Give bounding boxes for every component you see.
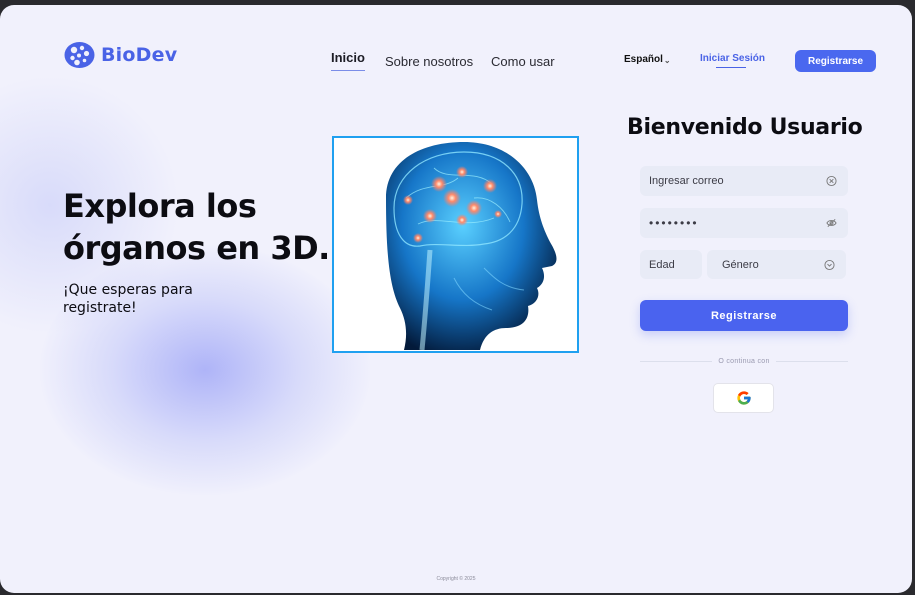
divider-line [775,360,849,362]
gender-select[interactable]: Género [707,250,846,279]
app-window: BioDev Inicio Sobre nosotros Como usar E… [0,5,912,593]
email-field[interactable]: Ingresar correo [640,166,848,196]
email-placeholder: Ingresar correo [649,175,724,187]
brand-logo[interactable]: BioDev [64,41,177,69]
divider-text: O continua con [718,357,770,365]
nav-link-como-usar[interactable]: Como usar [491,54,555,69]
brand-name: BioDev [101,44,178,66]
clear-icon[interactable] [826,175,837,187]
chevron-down-icon: ⌄ [663,56,671,65]
brain-cells-logo-icon [64,42,95,68]
form-title: Bienvenido Usuario [627,115,863,140]
copyright-text: Copyright © 2025 [436,576,476,582]
hero-image [332,136,579,353]
google-icon [736,391,751,405]
age-field[interactable]: Edad [640,250,702,279]
hero-subtitle: ¡Que esperas para registrate! [63,282,193,316]
register-button[interactable]: Registrarse [640,300,848,331]
language-selector[interactable]: Español ⌄ [624,53,671,66]
password-value: •••••••• [649,216,699,230]
eye-off-icon[interactable] [826,218,837,229]
nav-link-sobre-nosotros[interactable]: Sobre nosotros [385,54,473,69]
divider-line [640,360,713,362]
gender-placeholder: Género [722,258,759,271]
google-login-button[interactable] [713,383,774,413]
login-link[interactable]: Iniciar Sesión [700,53,765,68]
language-label: Español [624,53,663,65]
age-placeholder: Edad [649,258,675,271]
register-button-header[interactable]: Registrarse [795,50,876,72]
hero-title: Explora los órganos en 3D. [63,187,330,267]
divider: O continua con [640,355,849,367]
nav-link-inicio[interactable]: Inicio [331,50,365,71]
password-field[interactable]: •••••••• [640,208,848,238]
chevron-down-icon [824,259,835,270]
glowing-brain-head-xray [386,142,557,351]
